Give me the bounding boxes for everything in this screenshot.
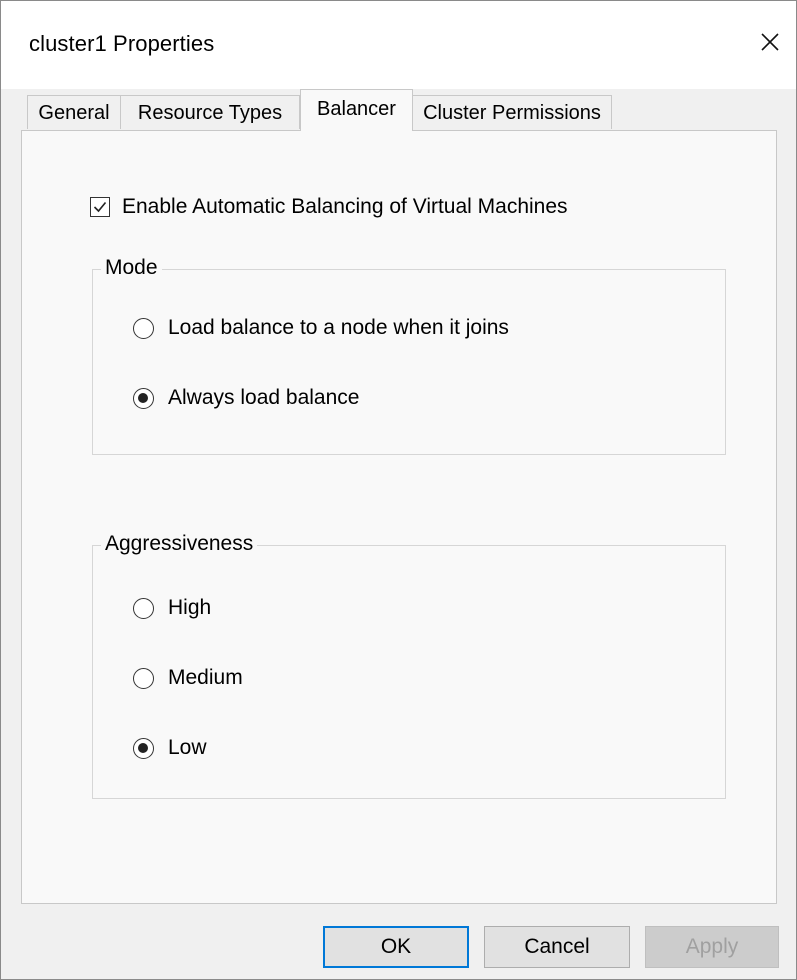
window-title: cluster1 Properties: [29, 31, 215, 56]
tab-resource-types[interactable]: Resource Types: [120, 95, 300, 129]
close-icon: [760, 32, 780, 57]
tab-balancer[interactable]: Balancer: [300, 89, 413, 131]
cancel-button[interactable]: Cancel: [484, 926, 630, 968]
mode-legend: Mode: [101, 256, 162, 280]
aggressiveness-option-low[interactable]: Low: [133, 736, 207, 760]
mode-join-label: Load balance to a node when it joins: [168, 316, 509, 339]
title-bar: cluster1 Properties: [1, 1, 796, 89]
apply-button[interactable]: Apply: [645, 926, 779, 968]
aggressiveness-high-radio[interactable]: [133, 597, 154, 619]
mode-option-always[interactable]: Always load balance: [133, 386, 359, 410]
dialog-footer: OK Cancel Apply: [1, 904, 796, 979]
balancer-tab-panel: Enable Automatic Balancing of Virtual Ma…: [21, 130, 777, 904]
aggressiveness-option-medium[interactable]: Medium: [133, 666, 243, 690]
enable-balancing-checkbox[interactable]: [90, 197, 110, 217]
aggressiveness-legend: Aggressiveness: [101, 532, 258, 556]
mode-join-radio[interactable]: [133, 317, 154, 339]
checkmark-icon: [93, 201, 107, 213]
aggressiveness-low-radio[interactable]: [133, 737, 154, 759]
close-button[interactable]: [745, 19, 795, 69]
aggressiveness-low-label: Low: [168, 736, 207, 759]
mode-always-label: Always load balance: [168, 386, 360, 409]
mode-groupbox: Mode Load balance to a node when it join…: [92, 256, 726, 455]
properties-dialog: cluster1 Properties General Resource Typ…: [0, 0, 797, 980]
aggressiveness-medium-radio[interactable]: [133, 667, 154, 689]
enable-balancing-row[interactable]: Enable Automatic Balancing of Virtual Ma…: [90, 195, 568, 219]
ok-button[interactable]: OK: [323, 926, 469, 968]
mode-option-join[interactable]: Load balance to a node when it joins: [133, 316, 509, 340]
mode-always-radio[interactable]: [133, 387, 154, 409]
tab-strip: General Resource Types Balancer Cluster …: [1, 89, 796, 131]
aggressiveness-medium-label: Medium: [168, 666, 243, 689]
aggressiveness-high-label: High: [168, 596, 212, 619]
enable-balancing-label: Enable Automatic Balancing of Virtual Ma…: [122, 195, 568, 218]
aggressiveness-option-high[interactable]: High: [133, 596, 211, 620]
tab-cluster-permissions[interactable]: Cluster Permissions: [412, 95, 612, 129]
tab-general[interactable]: General: [27, 95, 121, 129]
aggressiveness-groupbox: Aggressiveness High Medium Low: [92, 532, 726, 799]
